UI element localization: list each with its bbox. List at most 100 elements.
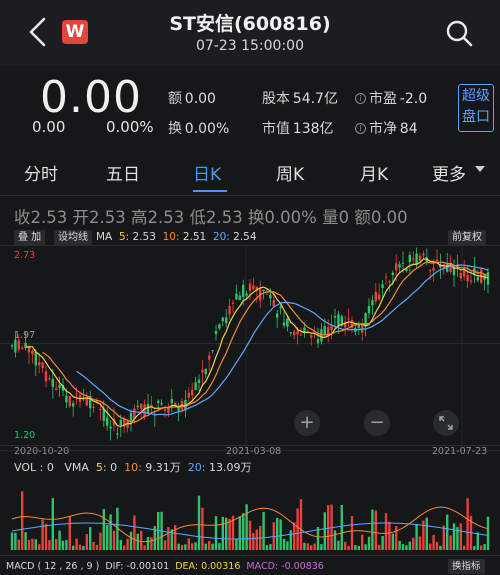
volume-bar	[391, 533, 394, 550]
tab-intraday[interactable]: 分时	[24, 160, 58, 185]
fullscreen-button[interactable]	[433, 410, 459, 436]
candle-body	[41, 362, 44, 369]
amount-stat: 额 0.00	[168, 91, 216, 107]
volume-bar	[48, 540, 51, 550]
volume-bar	[184, 544, 187, 550]
volume-bar	[89, 527, 92, 550]
candle-body	[218, 324, 221, 329]
price-axis-mid: 1.97	[14, 330, 36, 341]
candle-body	[347, 318, 350, 320]
pb-stat[interactable]: i 市净 84	[355, 118, 418, 138]
volume-bar	[180, 544, 184, 550]
candle-body	[242, 284, 245, 298]
volume-bar	[282, 538, 286, 550]
candle-body	[99, 408, 102, 410]
volume-bar	[323, 512, 326, 550]
candle-body	[208, 355, 211, 360]
volume-bar	[136, 533, 139, 550]
volume-bar	[306, 543, 309, 550]
adjust-mode-button[interactable]: 前复权	[448, 230, 486, 246]
volume-bar	[14, 532, 17, 550]
candle-body	[401, 262, 405, 264]
candle-body	[248, 283, 252, 291]
candle-body	[466, 274, 469, 282]
volume-bar	[68, 516, 71, 550]
volume-bar	[483, 544, 486, 550]
info-icon[interactable]: i	[355, 123, 366, 134]
volume-bar	[58, 530, 61, 550]
zoom-out-button[interactable]: −	[364, 410, 390, 436]
volume-bar	[473, 545, 476, 550]
candle-body	[418, 255, 422, 261]
candle-body	[65, 395, 68, 403]
volume-bar	[163, 540, 167, 550]
candle-body	[187, 392, 190, 398]
candle-body	[371, 300, 374, 306]
volume-bar	[313, 543, 316, 550]
volume-bar	[320, 544, 323, 550]
volume-bar	[150, 537, 153, 550]
volume-bar	[102, 509, 105, 550]
volume-bar	[371, 509, 374, 550]
candle-body	[286, 318, 289, 327]
volume-bar	[310, 545, 313, 550]
pe-stat[interactable]: i 市盈 -2.0	[355, 88, 427, 108]
candle-body	[204, 368, 207, 375]
overlay-button[interactable]: 叠 加	[14, 230, 46, 246]
volume-bar	[279, 519, 282, 550]
candle-body	[282, 322, 286, 326]
volume-bar	[262, 511, 265, 550]
price-axis-low: 1.20	[14, 430, 36, 441]
volume-bar	[221, 516, 224, 550]
candle-body	[177, 408, 180, 411]
chevron-down-icon[interactable]	[475, 166, 485, 172]
search-icon[interactable]	[444, 18, 474, 48]
volume-bar	[211, 543, 214, 550]
super-order-book-button[interactable]: 超级 盘口	[458, 84, 494, 132]
info-icon[interactable]: i	[355, 93, 366, 104]
last-price: 0.00	[40, 72, 142, 123]
volume-bar	[303, 542, 306, 550]
volume-bar	[466, 498, 469, 550]
tab-five-day[interactable]: 五日	[106, 160, 140, 185]
volume-bar	[337, 540, 340, 550]
candle-body	[225, 317, 228, 324]
candle-body	[221, 317, 224, 322]
volume-bar	[425, 517, 428, 550]
tab-monthly-k[interactable]: 月K	[360, 160, 388, 185]
volume-bar	[24, 532, 27, 550]
volume-bar	[194, 542, 197, 550]
ohlc-summary: 收2.53 开2.53 高2.53 低2.53 换0.00% 量0 额0.00	[14, 208, 408, 227]
candle-body	[408, 254, 411, 263]
volume-bar	[381, 536, 384, 550]
candle-body	[34, 351, 37, 366]
volume-bar	[55, 539, 58, 550]
volume-bar	[446, 514, 449, 550]
volume-bar	[367, 536, 371, 550]
zoom-in-button[interactable]: +	[294, 410, 320, 436]
volume-bar	[112, 530, 116, 550]
ma20-line	[76, 264, 489, 416]
volume-bar	[415, 523, 418, 550]
volume-bar	[119, 539, 122, 550]
volume-bar	[361, 534, 364, 550]
volume-bar	[296, 508, 299, 550]
candle-body	[51, 379, 54, 388]
volume-bar	[38, 544, 41, 550]
candle-body	[429, 270, 432, 272]
tab-more[interactable]: 更多	[432, 160, 466, 185]
candle-body	[106, 417, 109, 426]
kline-chart[interactable]	[0, 245, 500, 575]
candle-body	[197, 379, 201, 384]
tab-daily-k[interactable]: 日K	[193, 160, 221, 185]
switch-indicator-button[interactable]: 换指标	[448, 559, 485, 574]
candle-body	[163, 409, 167, 411]
candle-body	[17, 340, 20, 350]
period-tabs: 分时 五日 日K 周K 月K 更多	[0, 152, 500, 196]
set-ma-button[interactable]: 设均线	[54, 230, 92, 246]
volume-bar	[65, 540, 68, 550]
tab-weekly-k[interactable]: 周K	[276, 160, 304, 185]
volume-bar	[476, 532, 479, 550]
candle-body	[136, 405, 139, 407]
candle-body	[143, 404, 146, 418]
